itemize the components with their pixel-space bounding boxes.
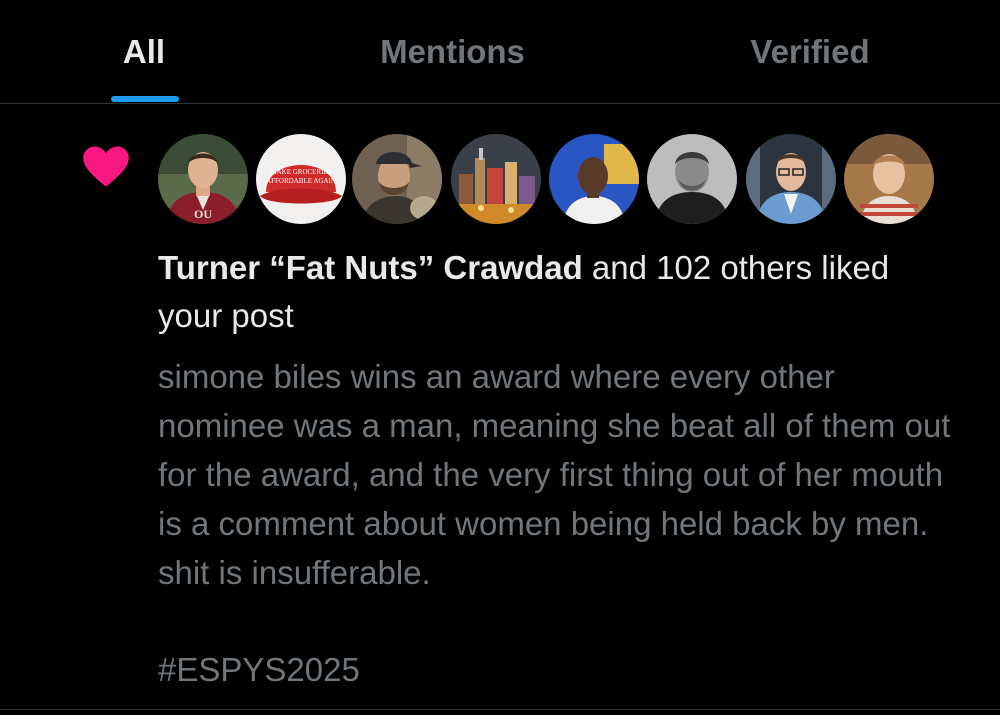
avatar[interactable] <box>647 134 737 224</box>
avatar[interactable] <box>746 134 836 224</box>
avatar[interactable] <box>844 134 934 224</box>
tab-verified[interactable]: Verified <box>690 0 930 103</box>
liked-summary: Turner “Fat Nuts” Crawdad and 102 others… <box>158 244 958 340</box>
tab-all[interactable]: All <box>88 0 200 103</box>
avatar[interactable]: MAKE GROCERIES AFFORDABLE AGAIN <box>256 134 346 224</box>
avatar[interactable] <box>451 134 541 224</box>
tab-mentions[interactable]: Mentions <box>330 0 575 103</box>
avatar[interactable] <box>549 134 639 224</box>
hat-text-line-1: MAKE GROCERIES <box>270 168 331 176</box>
liker-name[interactable]: Turner “Fat Nuts” Crawdad <box>158 249 583 286</box>
notification-tabs: All Mentions Verified <box>0 0 1000 104</box>
avatar[interactable] <box>352 134 442 224</box>
svg-text:OU: OU <box>194 207 212 221</box>
divider <box>0 709 1000 710</box>
post-hashtag[interactable]: #ESPYS2025 <box>158 646 360 694</box>
heart-icon <box>83 146 129 187</box>
post-text: simone biles wins an award where every o… <box>158 358 951 591</box>
hat-text-line-2: AFFORDABLE AGAIN <box>266 177 336 185</box>
active-tab-indicator <box>111 96 179 102</box>
avatar[interactable]: OU <box>158 134 248 224</box>
